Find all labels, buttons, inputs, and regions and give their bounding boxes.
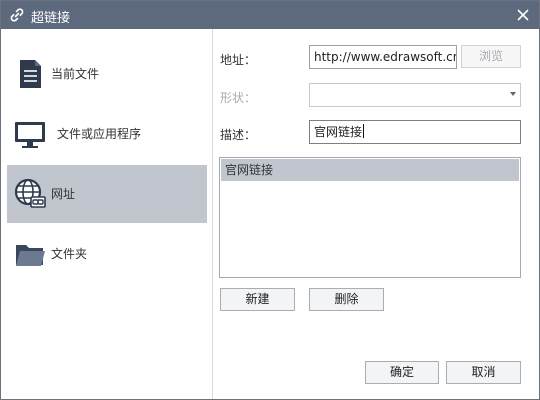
cancel-button[interactable]: 取消 (446, 361, 521, 384)
nav-label-current-file: 当前文件 (51, 67, 100, 81)
list-item[interactable]: 官网链接 (221, 159, 519, 181)
close-icon[interactable] (515, 7, 531, 23)
globe-link-icon (13, 177, 47, 211)
description-label: 描述： (220, 128, 257, 142)
ok-button[interactable]: 确定 (365, 361, 439, 384)
nav-label-folder: 文件夹 (51, 247, 88, 261)
dialog-title: 超链接 (31, 11, 71, 26)
hyperlink-dialog: 超链接 当前文件 文件或应用程序 网址 文件夹 地址： http://www.e… (0, 0, 540, 400)
link-type-nav: 当前文件 文件或应用程序 网址 文件夹 (1, 29, 213, 399)
nav-item-file-or-app[interactable]: 文件或应用程序 (7, 105, 207, 163)
nav-item-url[interactable]: 网址 (7, 165, 207, 223)
folder-icon (13, 237, 47, 271)
text-cursor (363, 124, 365, 138)
shape-label: 形状： (220, 91, 257, 105)
description-input[interactable]: 官网链接 (309, 120, 521, 144)
address-label: 地址： (220, 53, 257, 67)
description-input-value: 官网链接 (314, 125, 363, 139)
browse-button[interactable]: 浏览 (461, 45, 521, 68)
address-input[interactable]: http://www.edrawsoft.cn (309, 45, 457, 69)
monitor-icon (13, 117, 47, 151)
nav-label-file-or-app: 文件或应用程序 (57, 127, 142, 141)
nav-label-url: 网址 (51, 187, 76, 201)
nav-item-current-file[interactable]: 当前文件 (7, 45, 207, 103)
new-button[interactable]: 新建 (220, 288, 295, 311)
nav-item-folder[interactable]: 文件夹 (7, 225, 207, 283)
title-bar: 超链接 (1, 1, 539, 29)
delete-button[interactable]: 删除 (309, 288, 384, 311)
shape-select[interactable] (309, 83, 521, 107)
document-icon (13, 57, 47, 91)
link-list[interactable]: 官网链接 (219, 157, 521, 278)
chevron-down-icon (510, 92, 516, 96)
link-icon (9, 7, 25, 23)
